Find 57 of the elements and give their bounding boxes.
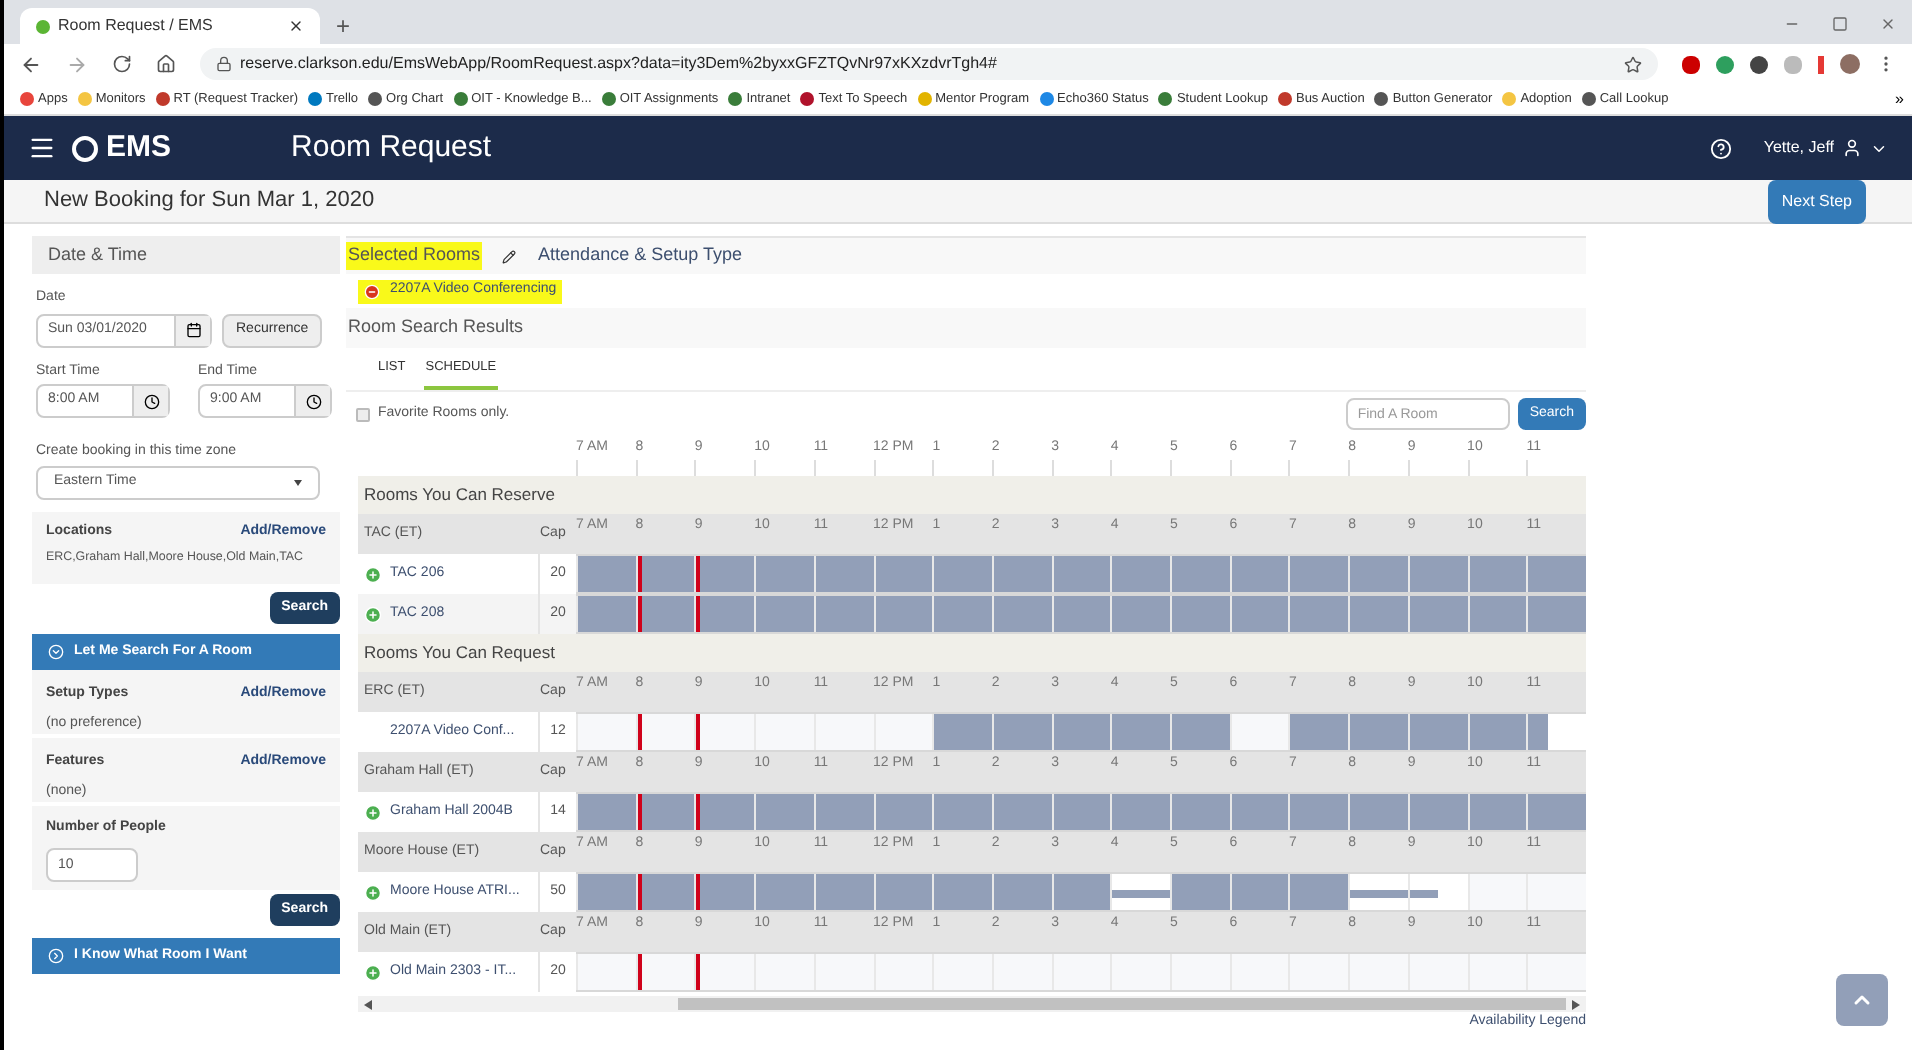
booking-time-marker — [696, 794, 701, 830]
booking-time-marker — [696, 954, 701, 990]
booking-time-marker — [637, 714, 642, 750]
clock-icon — [305, 393, 321, 409]
results-heading: Room Search Results — [346, 308, 1586, 348]
booking-time-marker — [696, 874, 701, 910]
scroll-left-icon[interactable] — [364, 999, 372, 1009]
caret-icon — [294, 479, 302, 485]
add-icon[interactable] — [364, 565, 382, 583]
pencil-icon — [502, 249, 517, 263]
scroll-top-button[interactable] — [1836, 974, 1888, 1026]
add-icon[interactable] — [364, 883, 382, 901]
chevron-icon — [48, 644, 64, 660]
booking-time-marker — [637, 874, 642, 910]
booking-time-marker — [696, 556, 701, 592]
site-icon — [36, 19, 50, 33]
booking-time-marker — [696, 596, 701, 632]
favorites-checkbox[interactable] — [356, 407, 370, 421]
user-icon[interactable] — [1842, 138, 1862, 158]
booking-time-marker — [637, 556, 642, 592]
scroll-right-icon[interactable] — [1572, 999, 1580, 1009]
more-bookmarks[interactable]: » — [1895, 87, 1912, 111]
booking-title: New Booking for Sun Mar 1, 2020 — [44, 186, 377, 217]
booking-time-marker — [637, 954, 642, 990]
logo-icon — [72, 135, 98, 161]
back-icon[interactable] — [20, 53, 42, 75]
avatar-icon[interactable] — [1840, 54, 1860, 74]
star-icon[interactable] — [1624, 55, 1642, 73]
page-heading: Room Request — [291, 127, 492, 168]
clock-icon — [143, 393, 159, 409]
next-step-button[interactable]: Next Step — [1767, 179, 1866, 223]
menu-icon[interactable] — [28, 134, 56, 162]
app-logo: EMS — [106, 127, 172, 168]
chevron-icon — [48, 948, 64, 964]
add-icon[interactable] — [364, 803, 382, 821]
add-icon[interactable] — [364, 605, 382, 623]
section-header: Date & Time — [32, 236, 340, 274]
step-tab[interactable]: Attendance & Setup Type — [536, 242, 744, 270]
booking-time-marker — [696, 714, 701, 750]
section-heading: Rooms You Can Request — [358, 634, 1586, 672]
calendar-icon — [185, 322, 201, 338]
lock-icon — [216, 56, 232, 72]
remove-icon[interactable] — [364, 283, 380, 299]
section-heading: Rooms You Can Reserve — [358, 476, 1586, 514]
browser-tab[interactable]: Room Request / EMS — [20, 8, 320, 44]
help-icon[interactable] — [1709, 137, 1732, 159]
new-tab-button[interactable]: + — [336, 14, 351, 44]
booking-time-marker — [637, 596, 642, 632]
horizontal-scrollbar[interactable] — [358, 996, 1586, 1012]
close-icon[interactable] — [288, 18, 304, 34]
home-icon[interactable] — [156, 54, 176, 74]
add-icon[interactable] — [364, 963, 382, 981]
reload-icon[interactable] — [112, 54, 132, 74]
booking-time-marker — [637, 794, 642, 830]
user-name[interactable]: Yette, Jeff — [1763, 136, 1834, 160]
maximize-icon[interactable] — [1832, 16, 1848, 32]
step-tab[interactable]: Selected Rooms — [346, 242, 483, 270]
